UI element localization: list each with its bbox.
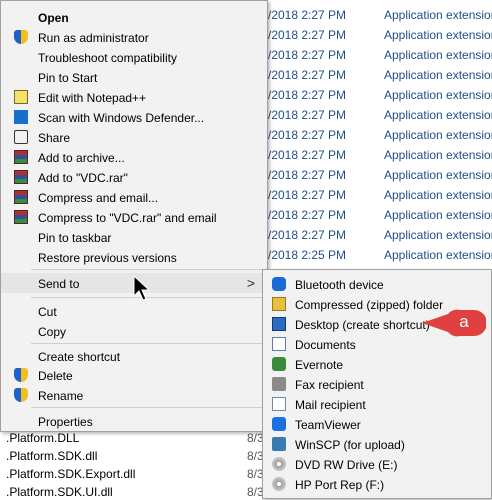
evernote-icon — [272, 357, 286, 371]
file-row[interactable]: /2018 2:25 PM Application extension — [268, 245, 492, 265]
submenu-item-hp-drive[interactable]: HP Port Rep (F:) — [263, 474, 491, 494]
menu-separator — [31, 407, 263, 408]
submenu-item-fax[interactable]: Fax recipient — [263, 374, 491, 394]
file-row[interactable]: /2018 2:27 PM Application extension — [268, 85, 492, 105]
menu-item-add-to-rar[interactable]: Add to "VDC.rar" — [1, 167, 267, 187]
file-list-details: /2018 2:27 PM Application extension /2018… — [268, 5, 492, 265]
winscp-icon — [272, 437, 286, 451]
teamviewer-icon — [272, 417, 286, 431]
winrar-icon — [14, 170, 28, 184]
file-row[interactable]: .Platform.SDK.dll 8/3 — [0, 446, 268, 464]
menu-item-restore-versions[interactable]: Restore previous versions — [1, 247, 267, 267]
mail-icon — [272, 397, 286, 411]
menu-separator — [31, 343, 263, 344]
file-row[interactable]: /2018 2:27 PM Application extension — [268, 145, 492, 165]
file-row[interactable]: /2018 2:27 PM Application extension — [268, 125, 492, 145]
submenu-item-mail[interactable]: Mail recipient — [263, 394, 491, 414]
defender-icon — [14, 110, 28, 124]
desktop-icon — [272, 317, 286, 331]
menu-item-troubleshoot[interactable]: Troubleshoot compatibility — [1, 47, 267, 67]
menu-item-pin-to-start[interactable]: Pin to Start — [1, 67, 267, 87]
winrar-icon — [14, 210, 28, 224]
menu-item-edit-notepad[interactable]: Edit with Notepad++ — [1, 87, 267, 107]
shield-icon — [14, 368, 28, 382]
callout-label: a — [459, 312, 469, 331]
submenu-item-dvd-drive[interactable]: DVD RW Drive (E:) — [263, 454, 491, 474]
shield-icon — [14, 30, 28, 44]
file-row[interactable]: /2018 2:27 PM Application extension — [268, 185, 492, 205]
share-icon — [14, 130, 28, 144]
menu-item-compress-rar-email[interactable]: Compress to "VDC.rar" and email — [1, 207, 267, 227]
menu-item-create-shortcut[interactable]: Create shortcut — [1, 346, 267, 366]
menu-item-run-as-administrator[interactable]: Run as administrator — [1, 27, 267, 47]
file-row[interactable]: .Platform.SDK.Export.dll 8/3 — [0, 464, 268, 482]
menu-item-pin-to-taskbar[interactable]: Pin to taskbar — [1, 227, 267, 247]
submenu-item-bluetooth[interactable]: Bluetooth device — [263, 274, 491, 294]
callout-bubble-icon — [422, 309, 486, 337]
menu-item-cut[interactable]: Cut — [1, 301, 267, 321]
menu-item-delete[interactable]: Delete — [1, 365, 267, 385]
winrar-icon — [14, 150, 28, 164]
fax-icon — [272, 377, 286, 391]
menu-item-open[interactable]: Open — [1, 7, 267, 27]
file-list-bottom: .Platform.DLL 8/3 .Platform.SDK.dll 8/3 .P… — [0, 428, 268, 500]
mouse-cursor-icon — [133, 275, 151, 301]
submenu-item-evernote[interactable]: Evernote — [263, 354, 491, 374]
submenu-item-winscp[interactable]: WinSCP (for upload) — [263, 434, 491, 454]
bluetooth-icon — [272, 277, 286, 291]
file-row[interactable]: /2018 2:27 PM Application extension — [268, 205, 492, 225]
send-to-submenu: Bluetooth device Compressed (zipped) fol… — [262, 269, 492, 499]
menu-item-scan-defender[interactable]: Scan with Windows Defender... — [1, 107, 267, 127]
context-menu: Open Run as administrator Troubleshoot c… — [0, 0, 268, 432]
documents-icon — [272, 337, 286, 351]
file-row[interactable]: .Platform.SDK.UI.dll 8/3 — [0, 482, 268, 500]
submenu-item-teamviewer[interactable]: TeamViewer — [263, 414, 491, 434]
menu-item-share[interactable]: Share — [1, 127, 267, 147]
winrar-icon — [14, 190, 28, 204]
menu-separator — [31, 269, 263, 270]
menu-item-properties[interactable]: Properties — [1, 411, 267, 431]
file-row[interactable]: /2018 2:27 PM Application extension — [268, 225, 492, 245]
file-row[interactable]: /2018 2:27 PM Application extension — [268, 45, 492, 65]
notepad-icon — [14, 90, 28, 104]
chevron-right-icon: > — [246, 275, 255, 291]
menu-item-rename[interactable]: Rename — [1, 385, 267, 405]
menu-item-copy[interactable]: Copy — [1, 321, 267, 341]
file-row[interactable]: /2018 2:27 PM Application extension — [268, 105, 492, 125]
file-row[interactable]: /2018 2:27 PM Application extension — [268, 25, 492, 45]
file-row[interactable]: /2018 2:27 PM Application extension — [268, 165, 492, 185]
menu-item-compress-email[interactable]: Compress and email... — [1, 187, 267, 207]
file-row[interactable]: /2018 2:27 PM Application extension — [268, 65, 492, 85]
hp-drive-icon — [272, 477, 286, 491]
shield-icon — [14, 388, 28, 402]
menu-item-add-to-archive[interactable]: Add to archive... — [1, 147, 267, 167]
file-row[interactable]: /2018 2:27 PM Application extension — [268, 5, 492, 25]
zip-folder-icon — [272, 297, 286, 311]
dvd-drive-icon — [272, 457, 286, 471]
annotation-callout: a — [420, 308, 486, 338]
